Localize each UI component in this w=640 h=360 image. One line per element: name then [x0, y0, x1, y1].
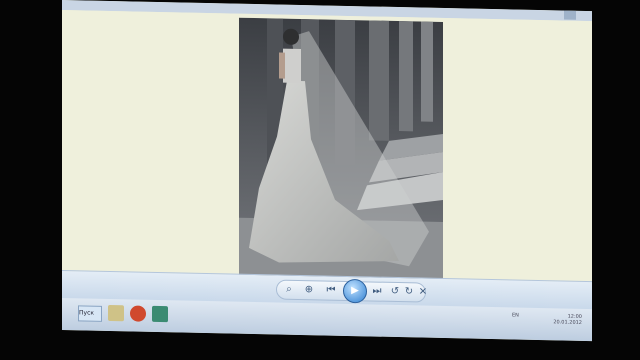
bride-photo-illustration	[239, 17, 443, 288]
play-slideshow-button[interactable]: ▶	[343, 278, 367, 304]
next-icon[interactable]: ⏭	[369, 283, 385, 299]
clock-date: 20.01.2012	[553, 319, 582, 326]
explorer-icon[interactable]	[108, 304, 124, 322]
zoom-icon[interactable]: ⌕	[281, 282, 297, 298]
start-button[interactable]: Пуск	[78, 305, 102, 322]
delete-icon[interactable]: ✕	[415, 284, 431, 300]
start-label: Пуск	[79, 309, 94, 317]
bride-photo	[239, 17, 443, 288]
actual-size-icon[interactable]: ⊕	[301, 282, 317, 298]
monitor-screen: ⌕ ⊕ ⏮ ▶ ⏭ ↺ ↻ ✕ Пуск EN 12:00 20.01.2012	[62, 0, 592, 342]
language-indicator[interactable]: EN	[512, 312, 519, 318]
previous-icon[interactable]: ⏮	[323, 282, 339, 298]
clock[interactable]: 12:00 20.01.2012	[553, 313, 582, 326]
window-controls[interactable]	[564, 10, 576, 20]
play-slideshow-icon: ▶	[351, 285, 359, 297]
viewer-controls: ⌕ ⊕ ⏮ ▶ ⏭ ↺ ↻ ✕	[276, 278, 427, 304]
photo-viewer-area	[62, 10, 592, 288]
photo-viewer-icon[interactable]	[152, 305, 168, 323]
browser-icon[interactable]	[130, 305, 146, 322]
system-tray: EN 12:00 20.01.2012	[512, 312, 582, 333]
